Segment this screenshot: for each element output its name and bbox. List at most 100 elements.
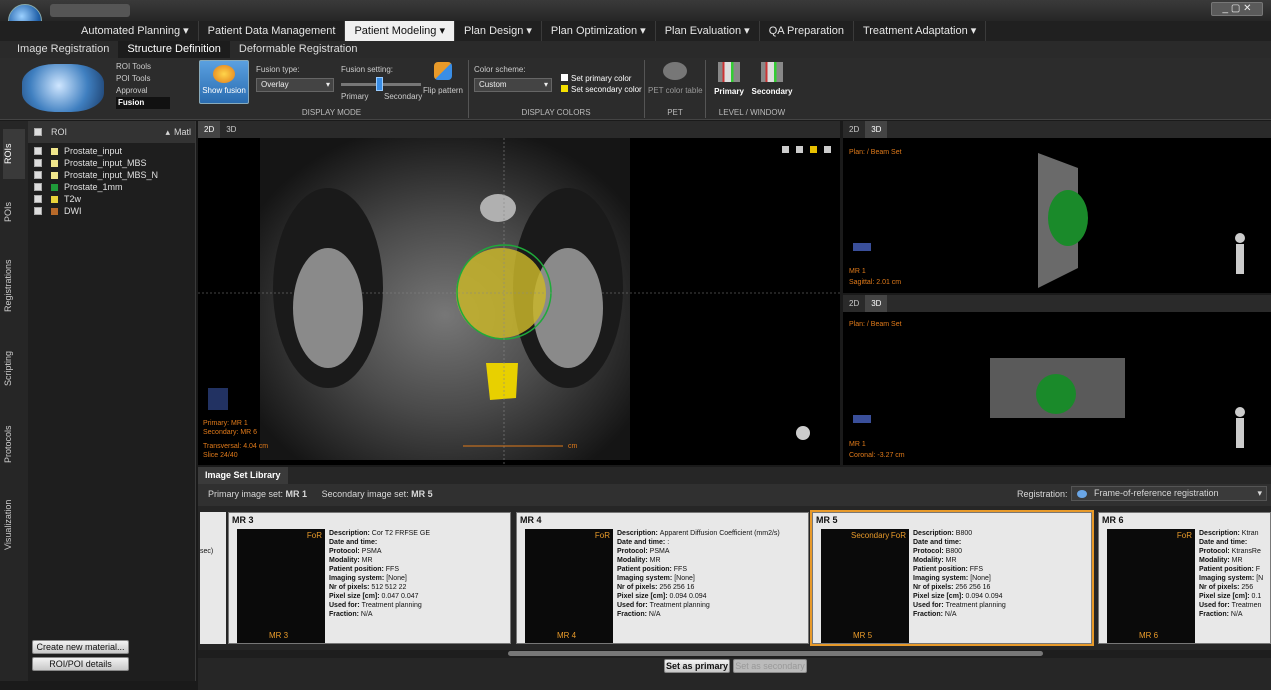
card-title: MR 3 [232, 515, 254, 525]
primary-image-set-value: MR 1 [285, 489, 308, 499]
menu-plan-optimization[interactable]: Plan Optimization ▾ [542, 21, 656, 41]
ribbon-fusion[interactable]: Fusion [116, 97, 170, 109]
color-scheme-select[interactable]: Custom ▾ [474, 78, 552, 92]
card-thumbnail[interactable]: FoR MR 6 [1107, 529, 1195, 643]
roi-row[interactable]: Prostate_input_MBS [28, 157, 195, 169]
show-fusion-button[interactable]: Show fusion [199, 60, 249, 104]
material-column-header[interactable]: Matl [174, 127, 191, 137]
fusion-type-select[interactable]: Overlay ▾ [256, 78, 334, 92]
ribbon-poi-tools[interactable]: POI Tools [116, 73, 170, 85]
level-window-primary-button[interactable]: Primary [712, 62, 746, 96]
roi-row[interactable]: Prostate_1mm [28, 181, 195, 193]
menu-plan-design[interactable]: Plan Design ▾ [455, 21, 542, 41]
tab-3d[interactable]: 3D [220, 121, 242, 138]
select-all-checkbox[interactable] [34, 128, 42, 136]
sidebar-tab-registrations[interactable]: Registrations [3, 246, 25, 326]
roi-column-header[interactable]: ROI [51, 127, 165, 137]
card-thumbnail[interactable]: FoR MR 4 [525, 529, 613, 643]
window-controls[interactable]: _ ▢ ✕ [1211, 2, 1263, 16]
image-set-card[interactable]: MR 4 FoR MR 4 Description: Apparent Diffusi… [516, 512, 809, 644]
ribbon-roi-tools[interactable]: ROI Tools [116, 61, 170, 73]
main-2d-viewer[interactable]: 2D 3D Primary: MR 1 Secondary: MR 6 Tran… [198, 121, 840, 465]
for-tag: FoR [594, 531, 610, 540]
roi-row[interactable]: Prostate_input_MBS_N [28, 169, 195, 181]
menu-qa-preparation[interactable]: QA Preparation [760, 21, 854, 41]
sidebar-tabs: ROIs POIs Registrations Scripting Protoc… [0, 121, 28, 681]
flip-pattern-button[interactable]: Flip pattern [422, 62, 464, 102]
display-colors-group-label: DISPLAY COLORS [521, 108, 591, 117]
image-set-card[interactable]: MR 6 FoR MR 6 Description: Ktran Date and ti… [1098, 512, 1271, 644]
roi-visibility-checkbox[interactable] [34, 183, 42, 191]
ribbon-approval[interactable]: Approval [116, 85, 170, 97]
card-thumbnail[interactable]: FoR MR 3 [237, 529, 325, 643]
menu-patient-modeling[interactable]: Patient Modeling ▾ [345, 21, 455, 41]
pet-color-table-button[interactable]: PET color table [648, 62, 703, 95]
card-thumbnail[interactable]: Secondary FoR MR 5 [821, 529, 909, 643]
histogram-icon [718, 62, 740, 82]
roi-row[interactable]: Prostate_input [28, 145, 195, 157]
roi-poi-details-button[interactable]: ROI/POI details [32, 657, 129, 671]
roi-color-swatch [51, 195, 58, 203]
roi-color-swatch [51, 171, 58, 179]
set-as-secondary-button[interactable]: Set as secondary [733, 659, 807, 673]
tab-structure-definition[interactable]: Structure Definition [118, 41, 230, 58]
tab-2d[interactable]: 2D [198, 121, 221, 138]
ribbon: ROI Tools POI Tools Approval Fusion Show… [0, 58, 1271, 120]
sidebar-tab-protocols[interactable]: Protocols [3, 409, 25, 479]
create-material-button[interactable]: Create new material... [32, 640, 129, 654]
sidebar-tab-visualization[interactable]: Visualization [3, 485, 25, 565]
tab-2d[interactable]: 2D [843, 295, 865, 312]
coronal-3d-viewer[interactable]: 2D 3D Plan: / Beam Set MR 1 Coronal: -3.… [843, 295, 1271, 465]
menu-plan-evaluation[interactable]: Plan Evaluation ▾ [656, 21, 760, 41]
orientation-figure-icon [1235, 233, 1245, 243]
roi-visibility-checkbox[interactable] [34, 207, 42, 215]
level-window-secondary-button[interactable]: Secondary [750, 62, 794, 96]
tab-3d[interactable]: 3D [865, 121, 888, 138]
menu-automated-planning[interactable]: Automated Planning ▾ [72, 21, 199, 41]
roi-name: DWI [64, 206, 82, 216]
sagittal-3d-viewer[interactable]: 2D 3D Plan: / Beam Set MR 1 Sagittal: 2.… [843, 121, 1271, 293]
tab-2d[interactable]: 2D [843, 121, 865, 138]
roi-name: Prostate_input_MBS [64, 158, 147, 168]
menu-patient-data-management[interactable]: Patient Data Management [199, 21, 346, 41]
tab-image-registration[interactable]: Image Registration [8, 41, 118, 58]
fusion-setting-label: Fusion setting: [341, 65, 394, 74]
tab-3d[interactable]: 3D [865, 295, 888, 312]
palette-icon [663, 62, 687, 80]
orientation-cube-icon [853, 243, 871, 251]
tab-deformable-registration[interactable]: Deformable Registration [230, 41, 367, 58]
card-title: MR 6 [1102, 515, 1124, 525]
roi-visibility-checkbox[interactable] [34, 147, 42, 155]
sidebar-tab-scripting[interactable]: Scripting [3, 333, 25, 403]
scrollbar-thumb[interactable] [508, 651, 1043, 656]
for-tag: FoR [890, 531, 906, 540]
sidebar-tab-rois[interactable]: ROIs [3, 129, 25, 179]
roi-row[interactable]: T2w [28, 193, 195, 205]
set-as-primary-button[interactable]: Set as primary [664, 659, 730, 673]
roi-row[interactable]: DWI [28, 205, 195, 217]
roi-name: Prostate_input_MBS_N [64, 170, 159, 180]
secondary-image-set-value: MR 5 [411, 489, 433, 499]
registration-select[interactable]: Frame-of-reference registration ▾ [1071, 486, 1267, 501]
menu-treatment-adaptation[interactable]: Treatment Adaptation ▾ [854, 21, 987, 41]
image-set-card[interactable]: MR 3 FoR MR 3 Description: Cor T2 FRFSE GE D… [228, 512, 511, 644]
quick-access-toolbar[interactable] [50, 4, 130, 17]
coronal-3d-render[interactable] [843, 312, 1271, 465]
tab-image-set-library[interactable]: Image Set Library [198, 467, 288, 484]
sidebar-tab-pois[interactable]: POIs [3, 187, 25, 237]
set-secondary-color-button[interactable]: Set secondary color [561, 83, 642, 95]
image-set-card[interactable]: MR 5 Secondary FoR MR 5 Description: B800 Dat… [810, 510, 1094, 646]
horizontal-scrollbar[interactable] [198, 650, 1271, 658]
card-info: Description: Cor T2 FRFSE GE Date and tim… [329, 530, 431, 618]
transversal-mr-image[interactable] [198, 138, 840, 465]
roi-visibility-checkbox[interactable] [34, 159, 42, 167]
chevron-down-icon: ▾ [1257, 488, 1262, 498]
viewer-toolbar-icons[interactable] [782, 146, 831, 153]
patient-modeling-logo [22, 64, 104, 112]
sagittal-3d-render[interactable] [843, 138, 1271, 293]
roi-visibility-checkbox[interactable] [34, 171, 42, 179]
chevron-down-icon: ▾ [325, 80, 330, 89]
roi-visibility-checkbox[interactable] [34, 195, 42, 203]
sub-tabs: Image Registration Structure Definition … [0, 41, 1271, 58]
fusion-slider-handle[interactable] [376, 77, 383, 91]
